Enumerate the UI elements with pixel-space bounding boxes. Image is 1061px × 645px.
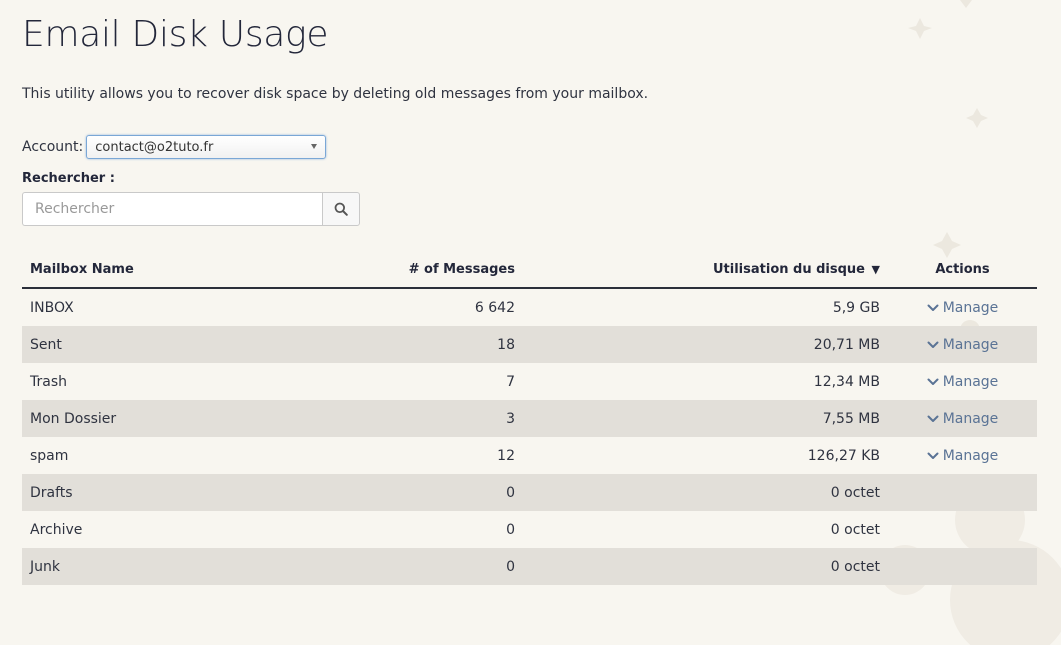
message-count: 0 xyxy=(308,548,523,585)
actions-cell: Manage xyxy=(888,363,1037,400)
account-selected-value: contact@o2tuto.fr xyxy=(95,139,214,155)
disk-usage: 0 octet xyxy=(523,548,888,585)
header-disk-usage[interactable]: Utilisation du disque ▼ xyxy=(523,251,888,289)
manage-button[interactable]: Manage xyxy=(927,336,999,353)
mailbox-name: Mon Dossier xyxy=(22,400,308,437)
manage-label: Manage xyxy=(942,447,999,464)
dropdown-caret-icon xyxy=(311,144,318,149)
disk-usage: 7,55 MB xyxy=(523,400,888,437)
manage-label: Manage xyxy=(942,373,999,390)
table-row: Archive 0 0 octet xyxy=(22,511,1037,548)
mailbox-name: Sent xyxy=(22,326,308,363)
chevron-down-icon xyxy=(927,452,939,459)
search-icon xyxy=(334,202,348,216)
table-row: spam 12 126,27 KB Manage xyxy=(22,437,1037,474)
message-count: 12 xyxy=(497,447,515,464)
header-mailbox-name[interactable]: Mailbox Name xyxy=(22,251,308,289)
search-input[interactable] xyxy=(22,192,322,226)
manage-button[interactable]: Manage xyxy=(927,373,999,390)
account-select[interactable]: contact@o2tuto.fr xyxy=(86,135,327,159)
manage-button[interactable]: Manage xyxy=(927,410,999,427)
message-count: 6 642 xyxy=(474,299,515,316)
account-row: Account: contact@o2tuto.fr xyxy=(22,134,327,160)
disk-usage: 0 octet xyxy=(523,474,888,511)
header-disk-usage-label: Utilisation du disque xyxy=(713,261,865,277)
disk-usage: 12,34 MB xyxy=(813,373,880,390)
actions-cell xyxy=(888,511,1037,548)
mailbox-table: Mailbox Name # of Messages Utilisation d… xyxy=(22,251,1037,585)
header-messages[interactable]: # of Messages xyxy=(308,251,523,289)
chevron-down-icon xyxy=(927,415,939,422)
mailbox-name: Drafts xyxy=(22,474,308,511)
table-row: INBOX 6 642 5,9 GB Manage xyxy=(22,288,1037,326)
table-body: INBOX 6 642 5,9 GB Manage Sent 18 20,71 MB Mana… xyxy=(22,288,1037,585)
message-count: 0 xyxy=(506,521,515,538)
table-row: Sent 18 20,71 MB Manage xyxy=(22,326,1037,363)
search-group xyxy=(22,192,360,226)
mailbox-name: Trash xyxy=(30,373,67,390)
message-count: 0 xyxy=(308,474,523,511)
actions-cell xyxy=(888,548,1037,585)
disk-usage: 20,71 MB xyxy=(523,326,888,363)
actions-cell: Manage xyxy=(888,400,1037,437)
chevron-down-icon xyxy=(927,304,939,311)
message-count: 18 xyxy=(308,326,523,363)
message-count: 3 xyxy=(308,400,523,437)
disk-usage: 5,9 GB xyxy=(832,299,880,316)
header-actions: Actions xyxy=(888,251,1037,289)
actions-cell: Manage xyxy=(888,326,1037,363)
search-label: Rechercher : xyxy=(22,171,115,186)
message-count: 7 xyxy=(506,373,515,390)
manage-label: Manage xyxy=(942,336,999,353)
mailbox-name: INBOX xyxy=(30,299,74,316)
actions-cell xyxy=(888,474,1037,511)
sort-desc-icon: ▼ xyxy=(871,262,880,276)
manage-button[interactable]: Manage xyxy=(927,299,999,316)
manage-label: Manage xyxy=(942,410,999,427)
actions-cell: Manage xyxy=(888,437,1037,474)
chevron-down-icon xyxy=(927,378,939,385)
disk-usage: 126,27 KB xyxy=(807,447,880,464)
page-description: This utility allows you to recover disk … xyxy=(22,86,649,102)
manage-label: Manage xyxy=(942,299,999,316)
table-row: Mon Dossier 3 7,55 MB Manage xyxy=(22,400,1037,437)
page-title: Email Disk Usage xyxy=(22,14,329,55)
mailbox-name: Junk xyxy=(22,548,308,585)
manage-button[interactable]: Manage xyxy=(927,447,999,464)
table-row: Drafts 0 0 octet xyxy=(22,474,1037,511)
chevron-down-icon xyxy=(927,341,939,348)
mailbox-name: spam xyxy=(30,447,69,464)
mailbox-name: Archive xyxy=(30,521,83,538)
table-header-row: Mailbox Name # of Messages Utilisation d… xyxy=(22,251,1037,289)
search-button[interactable] xyxy=(322,192,360,226)
actions-cell: Manage xyxy=(888,288,1037,326)
account-label: Account: xyxy=(22,139,84,155)
table-row: Trash 7 12,34 MB Manage xyxy=(22,363,1037,400)
table-row: Junk 0 0 octet xyxy=(22,548,1037,585)
disk-usage: 0 octet xyxy=(830,521,880,538)
